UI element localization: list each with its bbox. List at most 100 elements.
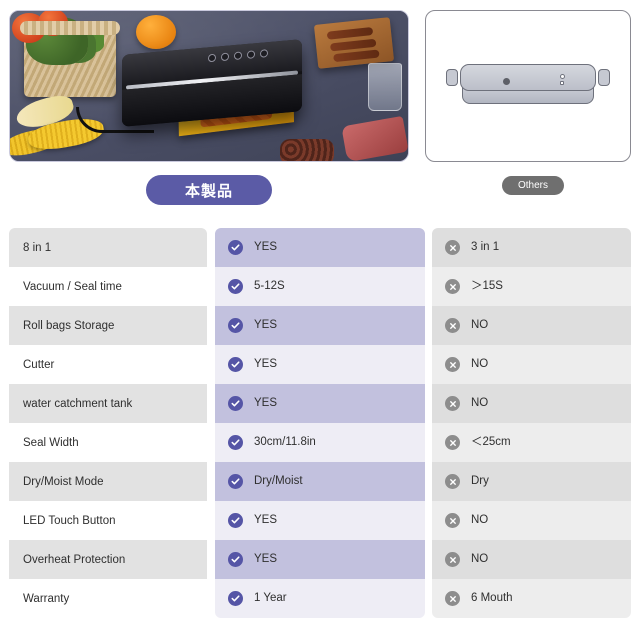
kitchen-scene-photo: MAXICORN <box>10 11 408 161</box>
sausage <box>333 49 380 63</box>
x-circle-icon <box>445 240 460 255</box>
check-circle-icon <box>228 591 243 606</box>
competitor-product-panel <box>425 10 631 162</box>
table-row: Dry/Moist Mode Dry/Moist Dry <box>0 462 640 501</box>
ours-value: YES <box>254 240 278 253</box>
ours-value: Dry/Moist <box>254 474 303 487</box>
indicator-dot-icon <box>560 74 565 79</box>
x-circle-icon <box>445 396 460 411</box>
x-circle-icon <box>445 474 460 489</box>
others-cell: NO <box>432 345 631 384</box>
x-circle-icon <box>445 279 460 294</box>
drinking-glass <box>368 63 402 111</box>
sausage <box>326 26 374 40</box>
feature-label: 8 in 1 <box>9 228 207 267</box>
x-circle-icon <box>445 513 460 528</box>
feature-label: Seal Width <box>9 423 207 462</box>
others-value: ＞15S <box>471 279 503 292</box>
feature-label: Overheat Protection <box>9 540 207 579</box>
others-cell: 6 Mouth <box>432 579 631 618</box>
ours-value: YES <box>254 552 278 565</box>
x-circle-icon <box>445 591 460 606</box>
table-row: Warranty 1 Year 6 Mouth <box>0 579 640 618</box>
others-value: 6 Mouth <box>471 591 513 604</box>
ours-value: YES <box>254 318 278 331</box>
others-value: NO <box>471 396 489 409</box>
table-row: Vacuum / Seal time 5-12S ＞15S <box>0 267 640 306</box>
ours-cell: 30cm/11.8in <box>215 423 425 462</box>
device-button-icon <box>234 51 242 61</box>
ours-cell: YES <box>215 384 425 423</box>
others-value: NO <box>471 357 489 370</box>
feature-label: LED Touch Button <box>9 501 207 540</box>
table-row: water catchment tank YES NO <box>0 384 640 423</box>
beans-pile <box>280 139 334 161</box>
badge-others: Others <box>502 176 564 195</box>
badge-our-product: 本製品 <box>146 175 272 205</box>
check-circle-icon <box>228 240 243 255</box>
ours-cell: YES <box>215 306 425 345</box>
table-row: Cutter YES NO <box>0 345 640 384</box>
others-value: NO <box>471 318 489 331</box>
check-circle-icon <box>228 474 243 489</box>
check-circle-icon <box>228 513 243 528</box>
others-value: NO <box>471 552 489 565</box>
x-circle-icon <box>445 318 460 333</box>
feature-label: Warranty <box>9 579 207 618</box>
others-cell: NO <box>432 306 631 345</box>
check-circle-icon <box>228 396 243 411</box>
feature-label: Cutter <box>9 345 207 384</box>
feature-label: water catchment tank <box>9 384 207 423</box>
ours-value: YES <box>254 513 278 526</box>
ours-value: 30cm/11.8in <box>254 435 316 448</box>
ours-value: 5-12S <box>254 279 285 292</box>
indicator-lights-icon <box>560 74 569 90</box>
table-row: Seal Width 30cm/11.8in ＜25cm <box>0 423 640 462</box>
comparison-infographic: MAXICORN <box>0 0 640 640</box>
ours-cell: 1 Year <box>215 579 425 618</box>
latch-right-icon <box>598 69 610 86</box>
our-product-photo: MAXICORN <box>9 10 409 162</box>
check-circle-icon <box>228 279 243 294</box>
feature-label: Roll bags Storage <box>9 306 207 345</box>
table-row: LED Touch Button YES NO <box>0 501 640 540</box>
check-circle-icon <box>228 552 243 567</box>
device-button-icon <box>208 53 216 63</box>
power-button-icon <box>503 78 510 85</box>
ours-cell: 5-12S <box>215 267 425 306</box>
others-cell: ＞15S <box>432 267 631 306</box>
table-row: Overheat Protection YES NO <box>0 540 640 579</box>
feature-label: Vacuum / Seal time <box>9 267 207 306</box>
ours-cell: YES <box>215 501 425 540</box>
x-circle-icon <box>445 552 460 567</box>
others-value: Dry <box>471 474 489 487</box>
ours-cell: YES <box>215 228 425 267</box>
ours-cell: YES <box>215 540 425 579</box>
comparison-table: 8 in 1 YES 3 in 1 Vacuum / Seal time 5-1… <box>0 228 640 618</box>
latch-left-icon <box>446 69 458 86</box>
table-row: 8 in 1 YES 3 in 1 <box>0 228 640 267</box>
others-value: ＜25cm <box>471 435 511 448</box>
others-value: NO <box>471 513 489 526</box>
product-comparison-header: MAXICORN <box>0 0 640 210</box>
others-cell: NO <box>432 501 631 540</box>
ours-value: YES <box>254 357 278 370</box>
others-value: 3 in 1 <box>471 240 500 253</box>
basket-rim <box>20 21 120 35</box>
orange-fruit <box>136 15 176 49</box>
others-cell: NO <box>432 540 631 579</box>
ours-cell: Dry/Moist <box>215 462 425 501</box>
table-row: Roll bags Storage YES NO <box>0 306 640 345</box>
check-circle-icon <box>228 357 243 372</box>
device-button-icon <box>247 50 255 59</box>
others-cell: ＜25cm <box>432 423 631 462</box>
sealer-lid-shape <box>460 64 596 91</box>
ours-cell: YES <box>215 345 425 384</box>
ours-value: 1 Year <box>254 591 287 604</box>
indicator-square-icon <box>560 81 564 85</box>
device-control-buttons <box>208 49 268 63</box>
feature-label: Dry/Moist Mode <box>9 462 207 501</box>
x-circle-icon <box>445 435 460 450</box>
check-circle-icon <box>228 435 243 450</box>
check-circle-icon <box>228 318 243 333</box>
